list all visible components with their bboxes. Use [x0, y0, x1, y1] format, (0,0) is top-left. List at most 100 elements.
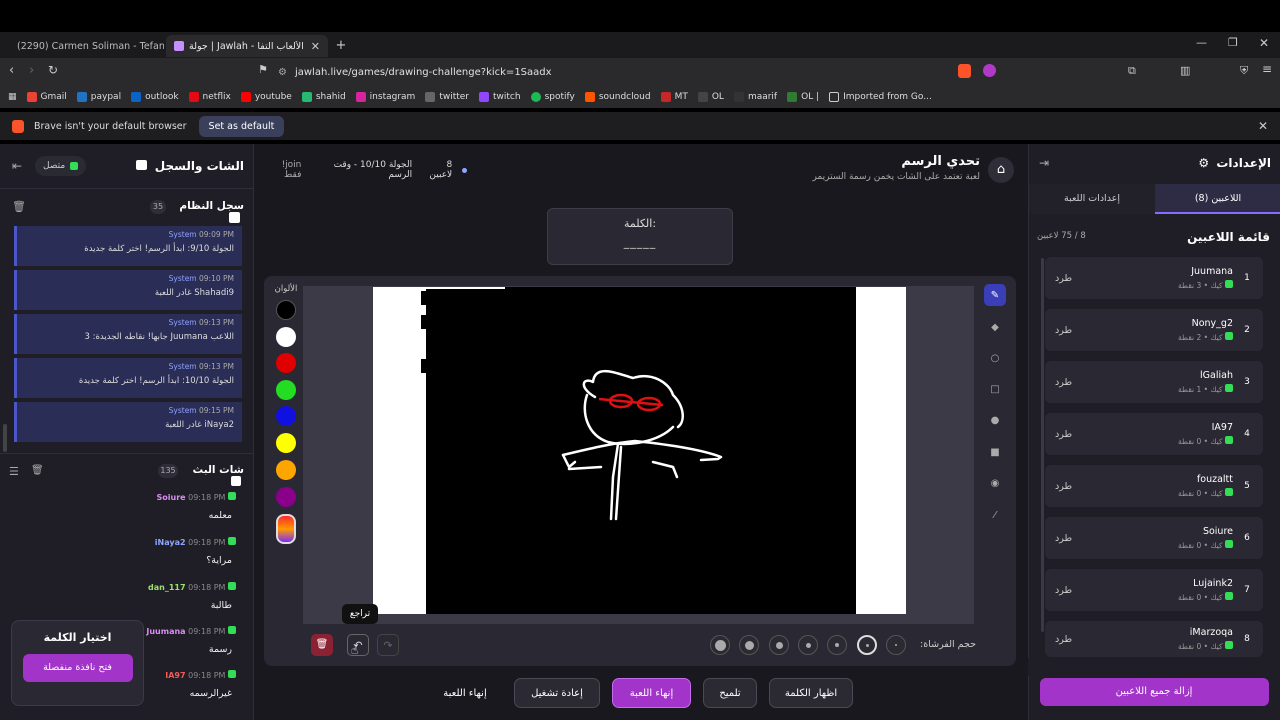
- bookmark-item[interactable]: maarif: [733, 92, 777, 102]
- circle-icon[interactable]: ○: [984, 347, 1006, 369]
- end-game-button[interactable]: إنهاء اللعبة: [612, 678, 691, 708]
- collapse-icon[interactable]: ⇥: [1039, 156, 1049, 170]
- line-icon[interactable]: ⁄: [984, 504, 1006, 526]
- clear-canvas-icon[interactable]: 🗑: [311, 634, 333, 656]
- brave-icon: [12, 119, 24, 133]
- brush-size-option[interactable]: [886, 635, 906, 655]
- kick-player-button[interactable]: طرد: [1055, 634, 1072, 645]
- player-row: طرد Lujaink2 كيك • 0 نقطة 7: [1045, 569, 1263, 611]
- gear-icon: ⚙: [1198, 156, 1210, 170]
- close-icon[interactable]: ✕: [1258, 119, 1268, 133]
- remove-all-players-button-visible[interactable]: إزالة جميع اللاعبين: [1040, 678, 1268, 706]
- color-swatch-yellow[interactable]: [276, 433, 296, 453]
- custom-color-picker[interactable]: [276, 514, 296, 544]
- tab-game-settings[interactable]: إعدادات اللعبة: [1029, 184, 1155, 214]
- bookmark-folder[interactable]: Imported from Go...: [829, 92, 932, 102]
- bookmark-item[interactable]: youtube: [240, 92, 292, 102]
- address-bar[interactable]: ⚙ jawlah.live/games/drawing-challenge?ki…: [278, 62, 998, 82]
- trash-icon[interactable]: 🗑: [31, 465, 44, 476]
- players-count: 8 لاعبين: [429, 160, 453, 180]
- color-swatch-black[interactable]: [276, 300, 296, 320]
- color-swatch-purple[interactable]: [276, 487, 296, 507]
- system-message: System 09:15 PM iNaya2 غادر اللعبة: [14, 402, 242, 442]
- fill-bucket-icon[interactable]: ◉: [984, 472, 1006, 494]
- bookmark-icon[interactable]: ⚑: [258, 63, 268, 76]
- bookmark-item[interactable]: Gmail: [26, 92, 67, 102]
- extensions-icon[interactable]: ⧉: [1128, 64, 1136, 78]
- forward-icon[interactable]: ›: [29, 63, 34, 78]
- kick-icon: [1225, 332, 1233, 340]
- bookmark-item[interactable]: netflix: [188, 92, 231, 102]
- bookmark-item[interactable]: MT: [660, 92, 688, 102]
- kick-player-button[interactable]: طرد: [1055, 481, 1072, 492]
- new-tab-button[interactable]: +: [334, 38, 348, 53]
- site-info-icon[interactable]: ⚙: [278, 67, 287, 78]
- bookmark-item[interactable]: OL |: [787, 92, 819, 102]
- player-rank: 6: [1244, 533, 1250, 543]
- scrollbar[interactable]: [3, 424, 7, 452]
- bookmark-item[interactable]: spotify: [530, 92, 575, 102]
- color-swatch-blue[interactable]: [276, 406, 296, 426]
- maximize-button[interactable]: ❐: [1228, 36, 1238, 49]
- hint-button[interactable]: تلميح: [703, 678, 757, 708]
- kick-player-button[interactable]: طرد: [1055, 429, 1072, 440]
- eraser-icon[interactable]: ◆: [984, 316, 1006, 338]
- vpn-icon[interactable]: ⛨: [1240, 64, 1248, 78]
- bookmark-item[interactable]: soundcloud: [584, 92, 651, 102]
- reload-icon[interactable]: ↻: [48, 63, 58, 77]
- brush-size-option-selected[interactable]: [857, 635, 877, 655]
- tab-jawlah[interactable]: جولة | Jawlah - منصة الألعاب التفا ✕: [166, 35, 328, 57]
- bookmark-item[interactable]: paypal: [76, 92, 121, 102]
- sidebar-icon[interactable]: ▥: [1180, 64, 1190, 77]
- open-window-button[interactable]: فتح نافذة منفصلة: [22, 654, 133, 682]
- player-name: lGaliah: [1200, 370, 1233, 381]
- kick-player-button[interactable]: طرد: [1055, 325, 1072, 336]
- bookmark-item[interactable]: instagram: [355, 92, 415, 102]
- filter-icon[interactable]: ☰: [9, 465, 19, 478]
- tab-youtube[interactable]: (2290) Carmen Soliman - Tefanan I O: [4, 35, 164, 57]
- rectangle-icon[interactable]: □: [984, 378, 1006, 400]
- restart-button[interactable]: إعادة تشغيل: [514, 678, 600, 708]
- end-game-text-button[interactable]: إنهاء اللعبة: [428, 678, 502, 708]
- brush-size-option[interactable]: [827, 635, 847, 655]
- color-swatch-white[interactable]: [276, 327, 296, 347]
- timestamp: 09:18 PM: [188, 671, 226, 680]
- stroke-mark: [425, 287, 505, 289]
- brush-size-option[interactable]: [710, 635, 730, 655]
- color-swatch-orange[interactable]: [276, 460, 296, 480]
- apps-icon[interactable]: ▦: [8, 92, 17, 102]
- brush-size-option[interactable]: [769, 635, 789, 655]
- kick-player-button[interactable]: طرد: [1055, 585, 1072, 596]
- filled-circle-icon[interactable]: ●: [984, 409, 1006, 431]
- home-icon[interactable]: ⌂: [988, 157, 1014, 183]
- bookmark-item[interactable]: twitter: [425, 92, 469, 102]
- brush-size-option[interactable]: [798, 635, 818, 655]
- menu-icon[interactable]: ≡: [1262, 62, 1272, 76]
- minimize-button[interactable]: —: [1196, 36, 1207, 49]
- redo-icon[interactable]: ↷: [377, 634, 399, 656]
- window-close-button[interactable]: ✕: [1259, 36, 1269, 50]
- color-swatch-red[interactable]: [276, 353, 296, 373]
- set-default-button[interactable]: Set as default: [198, 115, 285, 137]
- color-swatch-green[interactable]: [276, 380, 296, 400]
- show-word-button[interactable]: اظهار الكلمة: [769, 678, 853, 708]
- bookmark-item[interactable]: outlook: [131, 92, 179, 102]
- chat-icon: [231, 476, 241, 486]
- log-icon: [229, 212, 240, 223]
- kick-player-button[interactable]: طرد: [1055, 377, 1072, 388]
- bookmark-item[interactable]: twitch: [479, 92, 521, 102]
- bookmark-item[interactable]: shahid: [301, 92, 346, 102]
- filled-rectangle-icon[interactable]: ■: [984, 441, 1006, 463]
- kick-player-button[interactable]: طرد: [1055, 533, 1072, 544]
- brush-size-option[interactable]: [739, 635, 759, 655]
- back-icon[interactable]: ‹: [9, 63, 14, 78]
- trash-icon[interactable]: 🗑: [12, 200, 26, 213]
- tab-players[interactable]: اللاعبين (8): [1155, 184, 1280, 214]
- kick-player-button[interactable]: طرد: [1055, 273, 1072, 284]
- collapse-icon[interactable]: ⇤: [12, 159, 22, 173]
- pencil-icon[interactable]: ✎: [984, 284, 1006, 306]
- bookmark-item[interactable]: OL: [697, 92, 724, 102]
- drawing-canvas[interactable]: [373, 287, 906, 614]
- scrollbar[interactable]: [1041, 258, 1044, 632]
- close-icon[interactable]: ✕: [311, 40, 320, 53]
